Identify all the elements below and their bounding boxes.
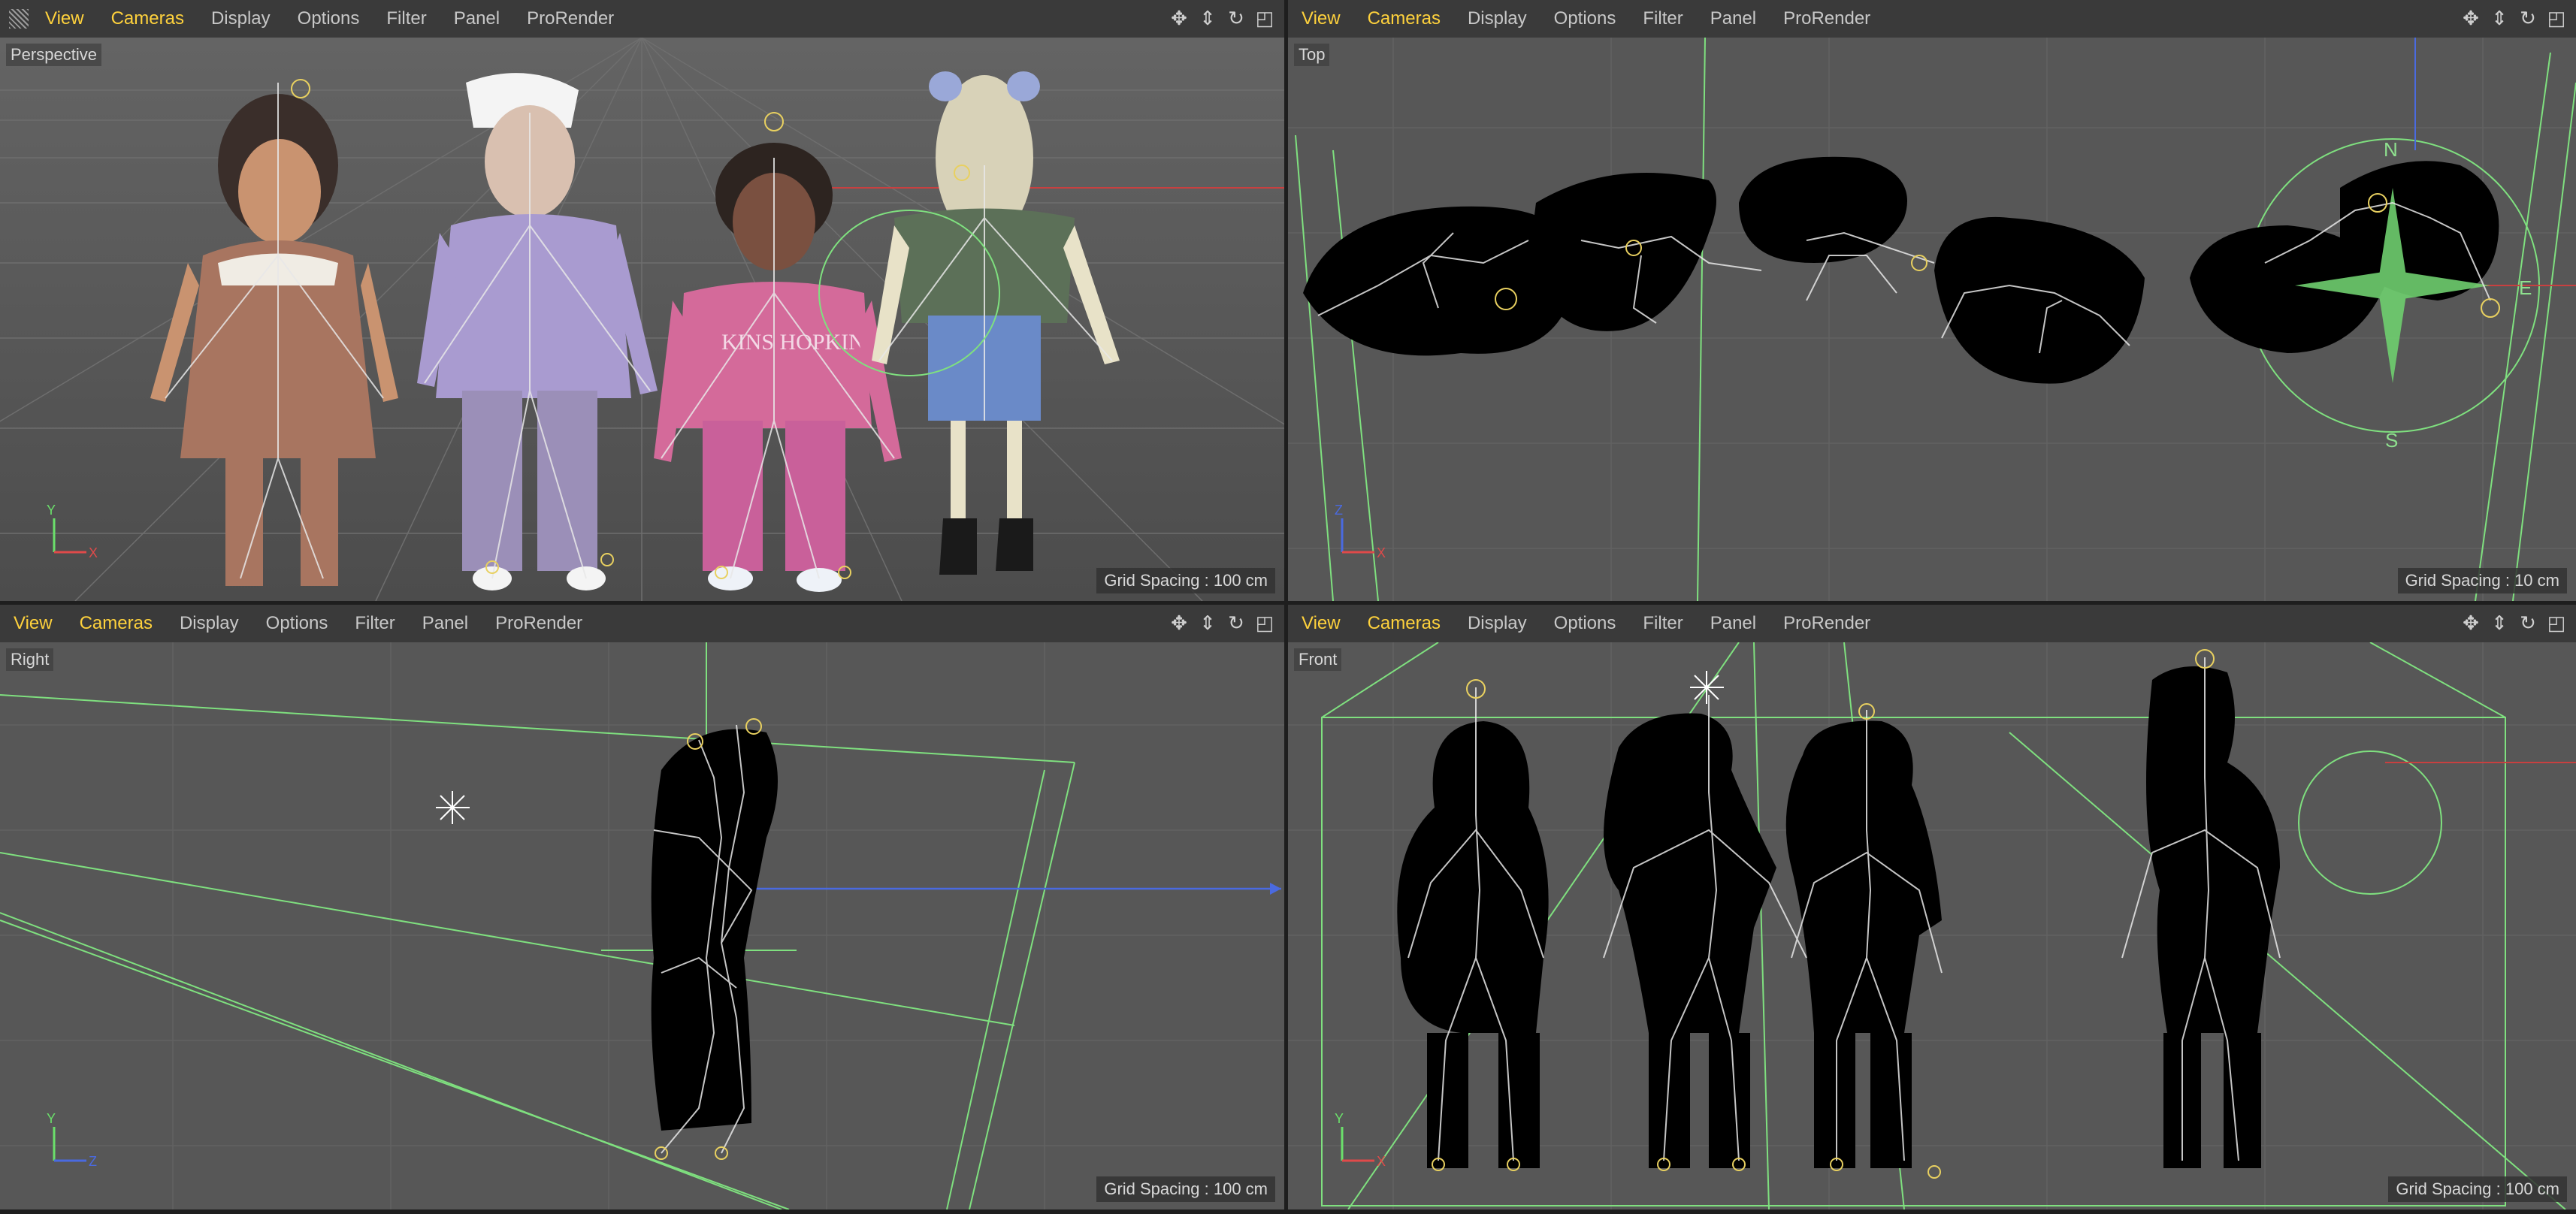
rotate-icon[interactable]: ↻ bbox=[2517, 612, 2538, 633]
viewport-menubar: View Cameras Display Options Filter Pane… bbox=[1288, 0, 2576, 38]
svg-text:S: S bbox=[2385, 429, 2398, 451]
menu-cameras[interactable]: Cameras bbox=[1354, 8, 1454, 29]
menu-filter[interactable]: Filter bbox=[1629, 613, 1696, 634]
viewport-menubar: View Cameras Display Options Filter Pane… bbox=[1288, 605, 2576, 642]
viewport-label: Front bbox=[1294, 648, 1342, 671]
svg-text:Z: Z bbox=[89, 1154, 97, 1169]
menu-prorender[interactable]: ProRender bbox=[1770, 8, 1884, 29]
top-viewport[interactable]: View Cameras Display Options Filter Pane… bbox=[1288, 0, 2576, 601]
viewport-layout: View Cameras Display Options Filter Pane… bbox=[0, 0, 2576, 1214]
menu-display[interactable]: Display bbox=[1454, 613, 1540, 634]
perspective-canvas[interactable]: KINS HOPKINS Y X bbox=[0, 38, 1284, 601]
move-icon[interactable]: ✥ bbox=[2460, 8, 2481, 29]
move-icon[interactable]: ✥ bbox=[1169, 8, 1190, 29]
menu-filter[interactable]: Filter bbox=[373, 8, 440, 29]
viewport-menubar: View Cameras Display Options Filter Pane… bbox=[0, 0, 1284, 38]
menu-options[interactable]: Options bbox=[284, 8, 373, 29]
svg-text:Y: Y bbox=[47, 1111, 56, 1126]
maximize-icon[interactable]: ◰ bbox=[1254, 8, 1275, 29]
grid-spacing-label: Grid Spacing : 100 cm bbox=[2388, 1176, 2567, 1202]
light-icon[interactable] bbox=[436, 791, 470, 824]
menu-options[interactable]: Options bbox=[1540, 8, 1630, 29]
menu-view[interactable]: View bbox=[32, 8, 98, 29]
menu-display[interactable]: Display bbox=[1454, 8, 1540, 29]
svg-text:X: X bbox=[1377, 545, 1386, 560]
viewport-nav: ✥ ⇕ ↻ ◰ bbox=[1169, 8, 1275, 29]
svg-text:X: X bbox=[1377, 1154, 1386, 1169]
svg-text:Y: Y bbox=[47, 503, 56, 518]
front-viewport[interactable]: View Cameras Display Options Filter Pane… bbox=[1288, 605, 2576, 1209]
top-canvas[interactable]: N S E Z X bbox=[1288, 38, 2576, 601]
light-icon[interactable] bbox=[1690, 671, 1724, 704]
menu-prorender[interactable]: ProRender bbox=[482, 613, 596, 634]
menu-display[interactable]: Display bbox=[166, 613, 252, 634]
menu-panel[interactable]: Panel bbox=[409, 613, 482, 634]
shirt-text: KINS HOPKINS bbox=[721, 330, 878, 355]
viewport-label: Right bbox=[6, 648, 54, 671]
grid-spacing-label: Grid Spacing : 100 cm bbox=[1096, 1176, 1275, 1202]
menu-cameras[interactable]: Cameras bbox=[1354, 613, 1454, 634]
right-viewport[interactable]: View Cameras Display Options Filter Pane… bbox=[0, 605, 1284, 1209]
grid-spacing-label: Grid Spacing : 10 cm bbox=[2397, 568, 2567, 593]
rotate-icon[interactable]: ↻ bbox=[2517, 8, 2538, 29]
svg-text:X: X bbox=[89, 545, 98, 560]
menu-view[interactable]: View bbox=[1288, 8, 1354, 29]
right-canvas[interactable]: Y Z bbox=[0, 642, 1284, 1209]
menu-prorender[interactable]: ProRender bbox=[513, 8, 627, 29]
menu-panel[interactable]: Panel bbox=[1697, 613, 1770, 634]
maximize-icon[interactable]: ◰ bbox=[2546, 8, 2567, 29]
menu-cameras[interactable]: Cameras bbox=[66, 613, 166, 634]
front-canvas[interactable]: Y X bbox=[1288, 642, 2576, 1209]
menu-view[interactable]: View bbox=[0, 613, 66, 634]
menu-filter[interactable]: Filter bbox=[1629, 8, 1696, 29]
svg-text:Z: Z bbox=[1335, 503, 1343, 518]
viewport-label: Top bbox=[1294, 44, 1330, 66]
viewport-menubar: View Cameras Display Options Filter Pane… bbox=[0, 605, 1284, 642]
menu-filter[interactable]: Filter bbox=[341, 613, 408, 634]
svg-text:N: N bbox=[2384, 138, 2398, 161]
menu-panel[interactable]: Panel bbox=[440, 8, 513, 29]
viewport-nav: ✥ ⇕ ↻ ◰ bbox=[2460, 8, 2567, 29]
move-icon[interactable]: ✥ bbox=[2460, 612, 2481, 633]
rotate-icon[interactable]: ↻ bbox=[1226, 612, 1247, 633]
maximize-icon[interactable]: ◰ bbox=[2546, 612, 2567, 633]
viewport-nav: ✥ ⇕ ↻ ◰ bbox=[2460, 612, 2567, 633]
menu-display[interactable]: Display bbox=[198, 8, 284, 29]
perspective-viewport[interactable]: View Cameras Display Options Filter Pane… bbox=[0, 0, 1284, 601]
menu-cameras[interactable]: Cameras bbox=[98, 8, 198, 29]
menu-options[interactable]: Options bbox=[1540, 613, 1630, 634]
menu-options[interactable]: Options bbox=[252, 613, 342, 634]
menu-view[interactable]: View bbox=[1288, 613, 1354, 634]
viewport-grip-icon[interactable] bbox=[9, 9, 29, 29]
maximize-icon[interactable]: ◰ bbox=[1254, 612, 1275, 633]
menu-prorender[interactable]: ProRender bbox=[1770, 613, 1884, 634]
svg-text:Y: Y bbox=[1335, 1111, 1344, 1126]
viewport-nav: ✥ ⇕ ↻ ◰ bbox=[1169, 612, 1275, 633]
pan-icon[interactable]: ⇕ bbox=[2489, 612, 2510, 633]
viewport-label: Perspective bbox=[6, 44, 101, 66]
move-icon[interactable]: ✥ bbox=[1169, 612, 1190, 633]
svg-text:E: E bbox=[2519, 276, 2532, 299]
rotate-icon[interactable]: ↻ bbox=[1226, 8, 1247, 29]
grid-spacing-label: Grid Spacing : 100 cm bbox=[1096, 568, 1275, 593]
pan-icon[interactable]: ⇕ bbox=[2489, 8, 2510, 29]
pan-icon[interactable]: ⇕ bbox=[1197, 8, 1218, 29]
pan-icon[interactable]: ⇕ bbox=[1197, 612, 1218, 633]
menu-panel[interactable]: Panel bbox=[1697, 8, 1770, 29]
